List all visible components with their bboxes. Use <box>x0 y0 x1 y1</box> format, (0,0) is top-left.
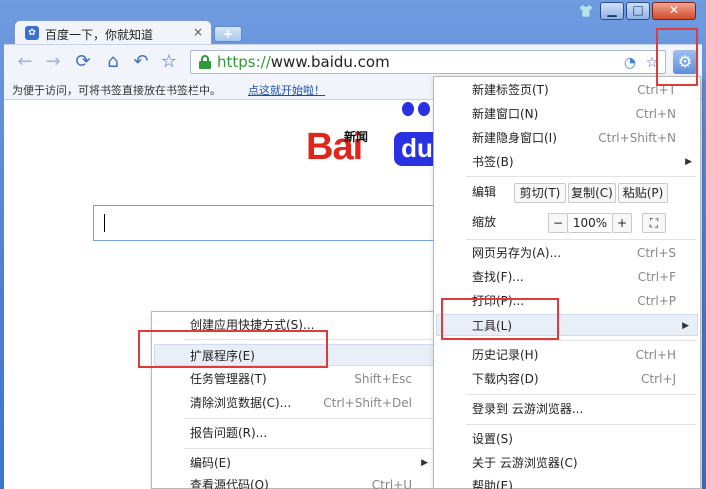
menu-item-encoding[interactable]: 编码(E) ▶ <box>152 452 436 474</box>
submenu-arrow-icon: ▶ <box>421 458 428 468</box>
address-bar[interactable]: https://www.baidu.com ◔ ☆ <box>190 50 666 74</box>
translate-icon[interactable]: ◔ <box>621 54 639 72</box>
highlight-tools <box>441 298 559 340</box>
home-icon[interactable]: ⌂ <box>102 51 124 73</box>
lock-icon <box>199 55 211 69</box>
search-input[interactable] <box>93 205 438 241</box>
maximize-button[interactable]: □ <box>626 2 650 20</box>
user-icon[interactable]: 👕 <box>578 4 594 18</box>
submenu-arrow-icon: ▶ <box>685 157 692 167</box>
menu-item-bookmarks[interactable]: 书签(B) ▶ <box>434 151 700 173</box>
menu-item-report-issue[interactable]: 报告问题(R)... <box>152 422 436 444</box>
back-icon[interactable]: ← <box>14 51 36 73</box>
cut-button[interactable]: 剪切(T) <box>514 183 566 203</box>
highlight-extensions <box>138 330 328 368</box>
zoom-out-button[interactable]: − <box>548 213 568 233</box>
menu-item-help[interactable]: 帮助(E) <box>434 475 700 489</box>
paw-icon: ✿ <box>25 26 39 40</box>
bookmarks-start-link[interactable]: 点这就开始啦！ <box>248 82 325 98</box>
submenu-arrow-icon: ▶ <box>682 321 689 331</box>
fullscreen-icon[interactable]: ⛶ <box>642 213 666 233</box>
undo-icon[interactable]: ↶ <box>130 51 152 73</box>
reload-icon[interactable]: ⟳ <box>72 51 94 73</box>
toolbar: ← → ⟳ ⌂ ↶ ☆ https://www.baidu.com ◔ ☆ ⚙ <box>4 44 702 78</box>
menu-item-incognito[interactable]: 新建隐身窗口(I) Ctrl+Shift+N <box>434 127 700 149</box>
forward-icon[interactable]: → <box>42 51 64 73</box>
menu-item-save-as[interactable]: 网页另存为(A)... Ctrl+S <box>434 242 700 264</box>
highlight-settings <box>656 28 698 86</box>
menu-item-sign-in[interactable]: 登录到 云游浏览器... <box>434 398 700 420</box>
zoom-level: 100% <box>568 213 612 233</box>
menu-item-about[interactable]: 关于 云游浏览器(C) <box>434 452 700 474</box>
menu-item-task-manager[interactable]: 任务管理器(T) Shift+Esc <box>152 368 436 390</box>
browser-window: 👕 ▁ □ ✕ ✿ 百度一下，你就知道 × + ← → ⟳ ⌂ ↶ ☆ http… <box>0 0 706 489</box>
menu-item-clear-data[interactable]: 清除浏览数据(C)... Ctrl+Shift+Del <box>152 392 436 414</box>
paste-button[interactable]: 粘贴(P) <box>618 183 668 203</box>
menu-item-history[interactable]: 历史记录(H) Ctrl+H <box>434 344 700 366</box>
url-text: https://www.baidu.com <box>217 53 390 71</box>
zoom-in-button[interactable]: + <box>612 213 632 233</box>
bookmarks-hint: 为便于访问，可将书签直接放在书签栏中。 <box>12 84 221 97</box>
copy-button[interactable]: 复制(C) <box>568 183 616 203</box>
tab-close-icon[interactable]: × <box>193 25 203 39</box>
menu-item-find[interactable]: 查找(F)... Ctrl+F <box>434 266 700 288</box>
news-link[interactable]: 新闻 <box>344 128 368 145</box>
menu-item-new-window[interactable]: 新建窗口(N) Ctrl+N <box>434 103 700 125</box>
menu-item-downloads[interactable]: 下载内容(D) Ctrl+J <box>434 368 700 390</box>
new-tab-button[interactable]: + <box>214 26 242 42</box>
menu-item-settings[interactable]: 设置(S) <box>434 428 700 450</box>
bookmark-star-icon[interactable]: ☆ <box>158 51 180 73</box>
tab-baidu[interactable]: ✿ 百度一下，你就知道 × <box>14 20 212 44</box>
settings-menu: 新建标签页(T) Ctrl+T 新建窗口(N) Ctrl+N 新建隐身窗口(I) Ct… <box>433 76 701 489</box>
minimize-button[interactable]: ▁ <box>600 2 624 20</box>
menu-item-view-source[interactable]: 查看源代码(O) Ctrl+U <box>152 474 436 489</box>
close-button[interactable]: ✕ <box>652 2 696 20</box>
tab-title: 百度一下，你就知道 <box>45 28 154 42</box>
